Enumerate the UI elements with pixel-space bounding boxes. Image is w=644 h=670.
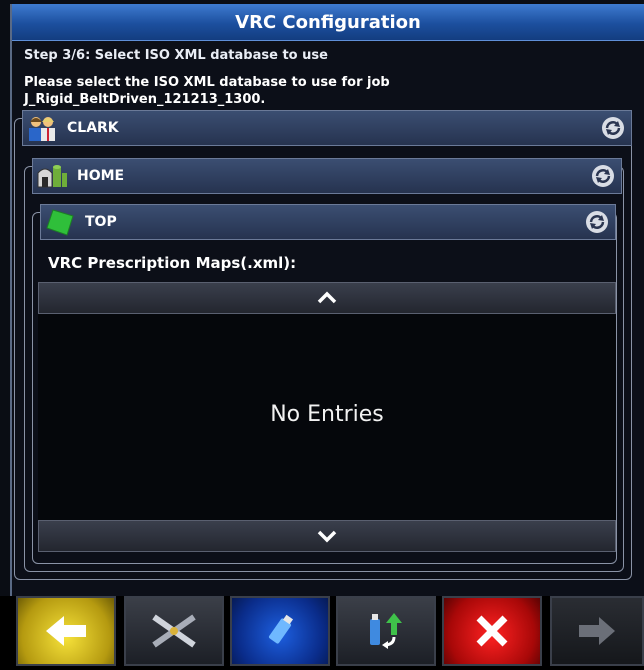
prescription-maps-list[interactable]: No Entries	[38, 314, 616, 520]
import-button[interactable]	[336, 596, 436, 666]
people-icon	[25, 113, 59, 143]
refresh-icon[interactable]	[585, 210, 609, 234]
field-icon	[43, 207, 77, 237]
back-arrow-icon	[46, 616, 86, 646]
window-title: VRC Configuration	[12, 4, 644, 41]
tree-item-field[interactable]: TOP	[40, 204, 616, 240]
next-arrow-icon	[579, 617, 615, 645]
cancel-button[interactable]	[442, 596, 542, 666]
empty-list-message: No Entries	[270, 402, 384, 427]
bottom-toolbar	[0, 596, 644, 670]
tree-item-farm[interactable]: HOME	[32, 158, 622, 194]
step-indicator: Step 3/6: Select ISO XML database to use	[24, 48, 328, 63]
usb-button[interactable]	[230, 596, 330, 666]
chevron-up-icon	[317, 291, 337, 304]
refresh-icon[interactable]	[601, 116, 625, 140]
tools-button[interactable]	[124, 596, 224, 666]
next-button[interactable]	[550, 596, 644, 666]
tree-item-client[interactable]: CLARK	[22, 110, 632, 146]
prescription-maps-label: VRC Prescription Maps(.xml):	[48, 254, 297, 272]
instruction-line-2: J_Rigid_BeltDriven_121213_1300.	[24, 92, 266, 107]
tools-icon	[152, 614, 196, 648]
farm-label: HOME	[77, 168, 125, 184]
scroll-up-button[interactable]	[38, 282, 616, 314]
field-label: TOP	[85, 214, 117, 230]
client-label: CLARK	[67, 120, 119, 136]
usb-icon	[268, 614, 294, 644]
back-button[interactable]	[16, 596, 116, 666]
import-icon	[370, 613, 402, 649]
chevron-down-icon	[317, 530, 337, 543]
farm-icon	[35, 161, 69, 191]
cancel-icon	[476, 615, 508, 647]
refresh-icon[interactable]	[591, 164, 615, 188]
instruction-text: Please select the ISO XML database to us…	[24, 74, 390, 108]
instruction-line-1: Please select the ISO XML database to us…	[24, 75, 390, 90]
scroll-down-button[interactable]	[38, 520, 616, 552]
